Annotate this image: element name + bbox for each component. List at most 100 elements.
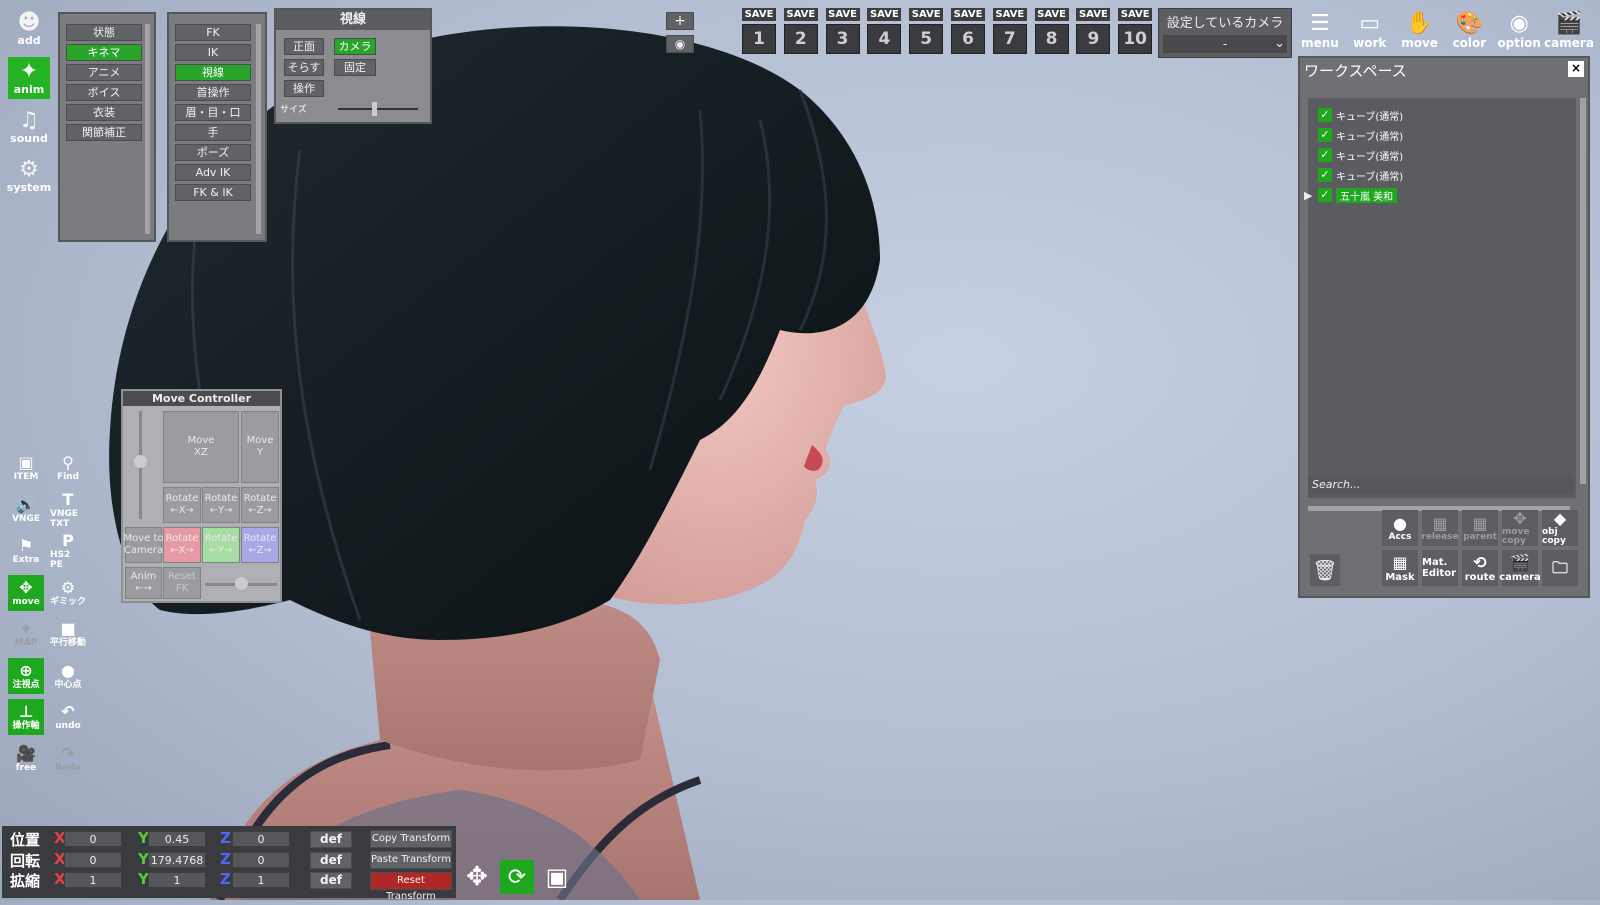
eye-toggle-button[interactable]: ◉ — [666, 35, 694, 53]
workspace-close-button[interactable]: × — [1568, 61, 1584, 77]
free-tool[interactable]: 🎥 free — [8, 741, 44, 777]
redo-tool[interactable]: ↷ Redo — [50, 741, 86, 777]
rotate-x-button[interactable]: Rotate ←X→ — [163, 487, 201, 523]
category-item-0[interactable]: 状態 — [66, 24, 142, 41]
kinematics-item-3[interactable]: 首操作 — [175, 84, 251, 101]
scale-x-input[interactable]: 1 — [64, 872, 122, 888]
save-slot-9[interactable]: SAVE 9 — [1076, 8, 1111, 54]
paste-transform-button[interactable]: Paste Transform — [370, 851, 452, 869]
check-icon[interactable]: ✓ — [1318, 148, 1332, 162]
save-slot-4[interactable]: SAVE 4 — [867, 8, 902, 54]
gaze-front-button[interactable]: 正面 — [284, 38, 324, 55]
rotate-y-alt-button[interactable]: Rotate ←Y→ — [202, 527, 240, 563]
color-top-button[interactable]: 🎨 color — [1447, 8, 1491, 51]
mask-button[interactable]: ▦ Mask — [1382, 550, 1418, 586]
category-item-5[interactable]: 関節補正 — [66, 124, 142, 141]
save-slot-7[interactable]: SAVE 7 — [992, 8, 1027, 54]
save-slot-1[interactable]: SAVE 1 — [742, 8, 776, 54]
translate-tool[interactable]: ■ 平行移動 — [50, 616, 86, 652]
scale-z-input[interactable]: 1 — [232, 872, 290, 888]
submenu-scrollbar[interactable] — [256, 24, 261, 234]
copy-transform-button[interactable]: Copy Transform — [370, 830, 452, 848]
menu-scrollbar[interactable] — [145, 24, 150, 234]
zoom-plus-button[interactable]: + — [666, 12, 694, 30]
release-button[interactable]: ▦ release — [1421, 510, 1459, 546]
check-icon[interactable]: ✓ — [1318, 188, 1332, 202]
category-item-4[interactable]: 衣装 — [66, 104, 142, 121]
move-controller-speed-handle[interactable] — [235, 577, 248, 590]
anim-tool[interactable]: ✦ anim — [8, 57, 50, 99]
move-y-pad[interactable]: Move Y — [241, 411, 279, 483]
target-tool[interactable]: ⊕ 注視点 — [8, 657, 44, 694]
gimmick-tool[interactable]: ⚙ ギミック — [50, 575, 86, 611]
accs-button[interactable]: ● Accs — [1382, 510, 1418, 546]
kinematics-item-4[interactable]: 眉・目・口 — [175, 104, 251, 121]
parent-button[interactable]: ▦ parent — [1462, 510, 1498, 546]
kinematics-item-1[interactable]: IK — [175, 44, 251, 61]
move-copy-button[interactable]: ✥ move copy — [1502, 510, 1538, 546]
category-item-2[interactable]: アニメ — [66, 64, 142, 81]
move-controller-slider-handle[interactable] — [134, 455, 147, 468]
delete-button[interactable]: 🗑 — [1310, 554, 1340, 586]
move-tool[interactable]: ✥ move — [8, 574, 44, 611]
workspace-scrollbar[interactable] — [1580, 98, 1586, 484]
txt-tool[interactable]: T VNGE TXT — [50, 490, 86, 529]
rotate-gizmo-button[interactable]: ⟳ — [500, 860, 534, 894]
item-tool[interactable]: ▣ ITEM — [8, 450, 44, 486]
category-item-1[interactable]: キネマ — [66, 44, 142, 61]
rotate-x-alt-button[interactable]: Rotate ←X→ — [163, 527, 201, 563]
size-slider-track[interactable] — [338, 108, 418, 110]
option-top-button[interactable]: ◉ option — [1497, 8, 1541, 51]
save-slot-8[interactable]: SAVE 8 — [1034, 8, 1069, 54]
work-top-button[interactable]: ▭ work — [1348, 8, 1392, 51]
menu-top-button[interactable]: ☰ menu — [1298, 8, 1342, 51]
camera-select[interactable]: 設定しているカメラ - ⌄ — [1158, 8, 1292, 58]
find-tool[interactable]: ⚲ Find — [50, 450, 86, 486]
sound-tool[interactable]: ♫ sound — [8, 106, 50, 148]
map-tool[interactable]: ⌖ MAP — [8, 616, 44, 652]
mat--editor-button[interactable]: Mat. Editor — [1422, 550, 1458, 586]
rot-x-input[interactable]: 0 — [64, 851, 122, 868]
rotate-z-button[interactable]: Rotate ←Z→ — [241, 487, 279, 523]
pos-z-input[interactable]: 0 — [232, 831, 290, 847]
gaze-camera-button[interactable]: カメラ — [334, 38, 376, 55]
axis-tool[interactable]: ⊥ 操作軸 — [8, 699, 44, 735]
kinematics-item-6[interactable]: ポーズ — [175, 144, 251, 161]
pos-x-input[interactable]: 0 — [64, 831, 122, 847]
save-slot-6[interactable]: SAVE 6 — [951, 8, 985, 54]
route-button[interactable]: ⟲ route — [1462, 550, 1498, 586]
pe-tool[interactable]: P HS2 PE — [50, 532, 86, 571]
rotate-y-button[interactable]: Rotate ←Y→ — [202, 487, 240, 523]
undo-tool[interactable]: ↶ undo — [50, 699, 86, 735]
save-slot-2[interactable]: SAVE 2 — [783, 8, 818, 54]
save-slot-3[interactable]: SAVE 3 — [825, 8, 860, 54]
anim-toggle-button[interactable]: Anim ←→ — [125, 567, 162, 599]
save-slot-10[interactable]: SAVE 10 — [1118, 8, 1153, 54]
rotate-z-alt-button[interactable]: Rotate ←Z→ — [241, 527, 279, 563]
obj-copy-button[interactable]: ◆ obj copy — [1542, 510, 1578, 546]
workspace-item[interactable]: ✓ キューブ(通常) — [1318, 146, 1403, 164]
kinematics-item-8[interactable]: FK & IK — [175, 184, 251, 201]
kinematics-item-7[interactable]: Adv IK — [175, 164, 251, 181]
scale-y-input[interactable]: 1 — [148, 872, 206, 888]
pos-y-input[interactable]: 0.45 — [148, 831, 206, 847]
move-top-button[interactable]: ✋ move — [1398, 8, 1442, 51]
scale-gizmo-button[interactable]: ▣ — [540, 860, 574, 894]
save-slot-5[interactable]: SAVE 5 — [909, 8, 944, 54]
camera-top-button[interactable]: 🎬 camera — [1544, 8, 1594, 51]
check-icon[interactable]: ✓ — [1318, 168, 1332, 182]
kinematics-item-2[interactable]: 視線 — [175, 64, 251, 81]
move-xz-pad[interactable]: Move XZ — [163, 411, 239, 483]
kinematics-item-0[interactable]: FK — [175, 24, 251, 41]
gaze-operate-button[interactable]: 操作 — [284, 80, 324, 97]
check-icon[interactable]: ✓ — [1318, 108, 1332, 122]
open-folder-button[interactable]: 🗀 — [1542, 550, 1578, 586]
vnge-tool[interactable]: 🔊 VNGE — [8, 492, 44, 528]
workspace-item[interactable]: ✓ キューブ(通常) — [1318, 166, 1403, 184]
reset-fk-button[interactable]: Reset FK — [163, 567, 201, 599]
rot-y-input[interactable]: 179.4768 — [148, 851, 206, 868]
gaze-away-button[interactable]: そらす — [284, 59, 324, 76]
gaze-fixed-button[interactable]: 固定 — [334, 59, 376, 76]
center-tool[interactable]: ● 中心点 — [50, 658, 86, 694]
workspace-item[interactable]: ✓ キューブ(通常) — [1318, 106, 1403, 124]
